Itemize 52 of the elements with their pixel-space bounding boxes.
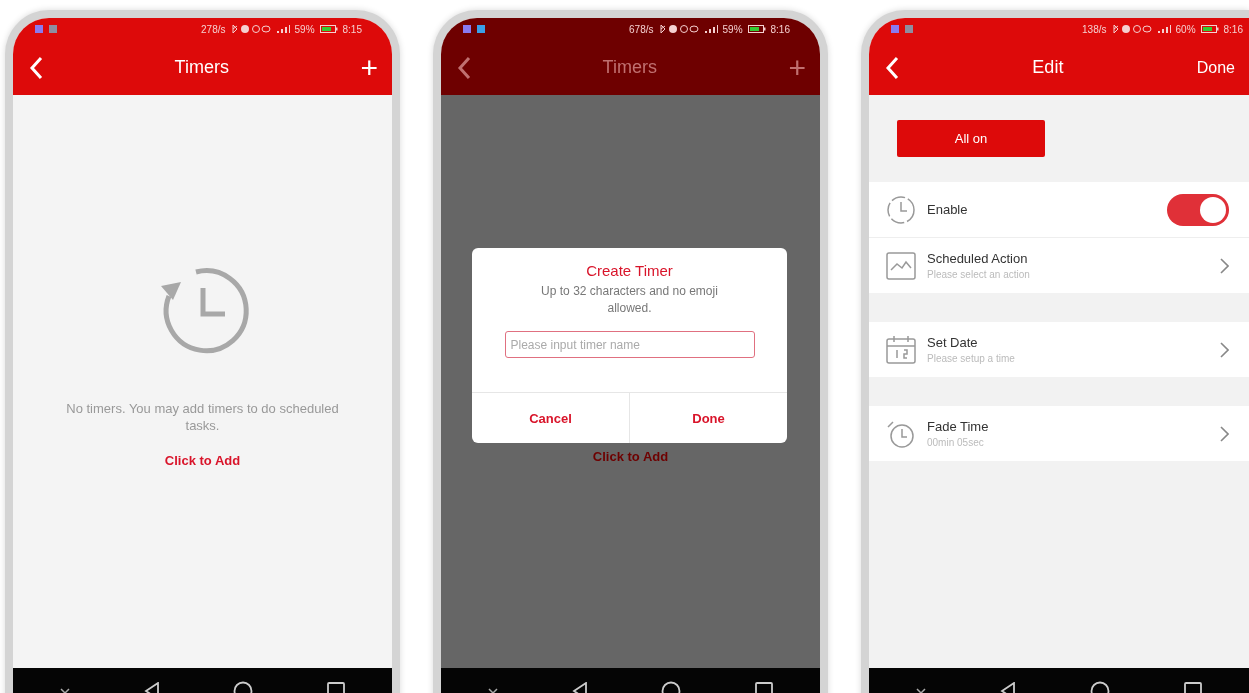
signal-icon xyxy=(275,24,290,34)
dialog-title: Create Timer xyxy=(586,262,673,279)
battery-icon xyxy=(1200,24,1219,34)
status-icons xyxy=(1111,24,1152,34)
back-triangle-icon[interactable] xyxy=(143,681,160,693)
dialog-button[interactable]: Done xyxy=(629,393,787,443)
done-button[interactable]: Done xyxy=(1196,59,1235,76)
calendar-icon xyxy=(885,333,917,366)
status-icons xyxy=(230,24,271,34)
screen-title: Timers xyxy=(173,57,230,78)
network-speed: 278/s xyxy=(201,23,226,35)
picture-icon xyxy=(885,249,917,282)
row-label: Fade Time xyxy=(927,419,990,434)
battery-percent: 59% xyxy=(722,23,743,35)
screen-title: Timers xyxy=(601,57,658,78)
empty-message: No timers. You may add timers to do scheduled tasks. xyxy=(65,400,340,434)
row-value: Please select an action xyxy=(927,269,1031,280)
add-button[interactable]: + xyxy=(788,52,806,83)
battery-percent: 60% xyxy=(1175,23,1196,35)
battery-icon xyxy=(747,24,766,34)
screen-title: Edit xyxy=(1031,57,1065,78)
battery-percent: 59% xyxy=(294,23,315,35)
network-speed: 138/s xyxy=(1082,23,1107,35)
click-to-add-link[interactable]: Click to Add xyxy=(158,452,247,469)
chevron-down-icon[interactable] xyxy=(59,686,70,693)
clock-icon xyxy=(885,193,917,226)
battery-icon xyxy=(319,24,338,34)
status-time: 8:16 xyxy=(770,23,790,35)
toggle-switch[interactable] xyxy=(1167,193,1229,226)
status-icons xyxy=(658,24,699,34)
chevron-down-icon[interactable] xyxy=(487,686,498,693)
row-value: Please setup a time xyxy=(927,353,1016,364)
chevron-right-icon[interactable] xyxy=(1220,257,1229,274)
back-icon[interactable] xyxy=(457,55,471,80)
dialog-button[interactable]: Cancel xyxy=(472,393,629,443)
dialog-message: Up to 32 characters and no emoji allowed. xyxy=(540,283,719,317)
row-label: Enable xyxy=(927,202,969,217)
row-value: 00min 05sec xyxy=(927,437,985,448)
chevron-right-icon[interactable] xyxy=(1220,341,1229,358)
network-speed: 678/s xyxy=(629,23,654,35)
row-label: Scheduled Action xyxy=(927,251,1029,266)
signal-icon xyxy=(1156,24,1171,34)
status-time: 8:16 xyxy=(1223,23,1243,35)
back-triangle-icon[interactable] xyxy=(571,681,588,693)
add-button[interactable]: + xyxy=(360,52,378,83)
signal-icon xyxy=(703,24,718,34)
row-label: Set Date xyxy=(927,335,979,350)
all-on-button[interactable]: All on xyxy=(897,120,1045,157)
status-time: 8:15 xyxy=(342,23,362,35)
timer-name-field[interactable]: Please input timer name xyxy=(504,331,755,358)
chevron-right-icon[interactable] xyxy=(1220,425,1229,442)
chevron-down-icon[interactable] xyxy=(916,686,926,693)
